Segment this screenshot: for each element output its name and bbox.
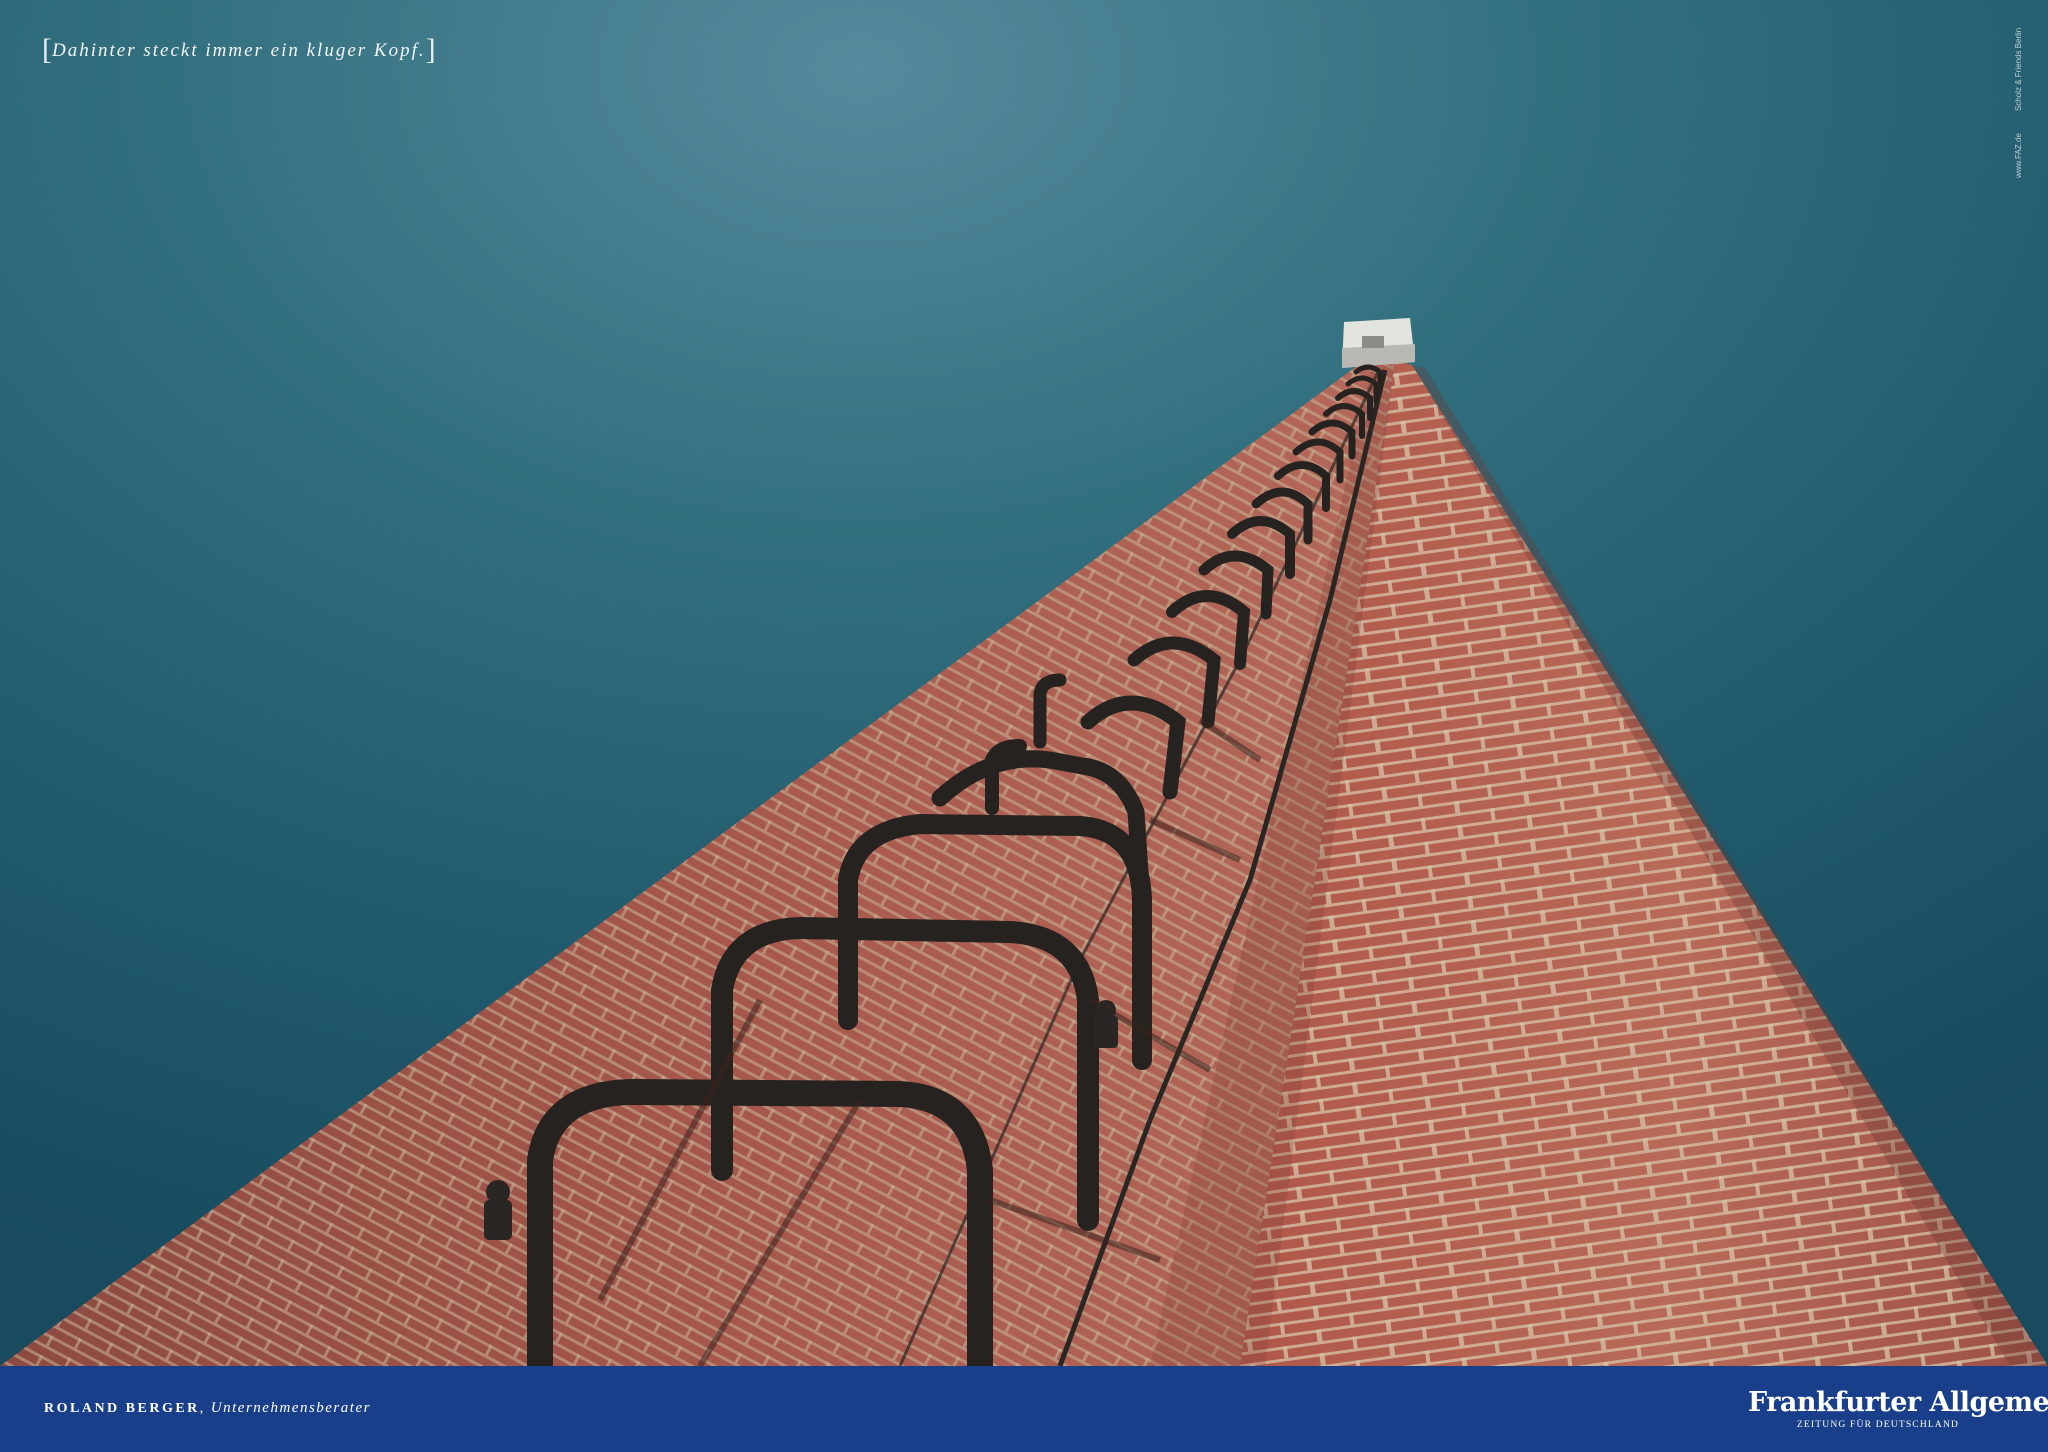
caption-separator: ,	[199, 1401, 211, 1416]
chimney-cap	[1342, 318, 1415, 368]
chimney-photo	[0, 0, 2048, 1366]
person-role: Unternehmensberater	[210, 1400, 371, 1416]
advertisement-poster: [Dahinter steckt immer ein kluger Kopf.]…	[0, 0, 2048, 1452]
credits-url: www.FAZ.de	[2014, 133, 2023, 178]
credits-agency: Scholz & Friends Berlin	[2014, 28, 2023, 112]
slogan-bracket-open: [	[42, 33, 52, 66]
faz-logo: Frankfurter Allgemeine ZEITUNG FÜR DEUTS…	[1748, 1387, 2048, 1431]
slogan-text: Dahinter steckt immer ein kluger Kopf.	[52, 40, 426, 61]
logo-name: Frankfurter Allgemeine	[1748, 1387, 2048, 1418]
slogan-bracket-close: ]	[425, 33, 436, 66]
footer-caption: ROLAND BERGER, Unternehmensberater	[44, 1400, 371, 1417]
agency-credits: www.FAZ.de Scholz & Friends Berlin	[2014, 28, 2028, 178]
logo-tagline: ZEITUNG FÜR DEUTSCHLAND	[1796, 1420, 1960, 1430]
slogan: [Dahinter steckt immer ein kluger Kopf.]	[42, 30, 436, 66]
person-name: ROLAND BERGER	[44, 1401, 200, 1416]
footer-bar: ROLAND BERGER, Unternehmensberater Frank…	[0, 1366, 2048, 1452]
